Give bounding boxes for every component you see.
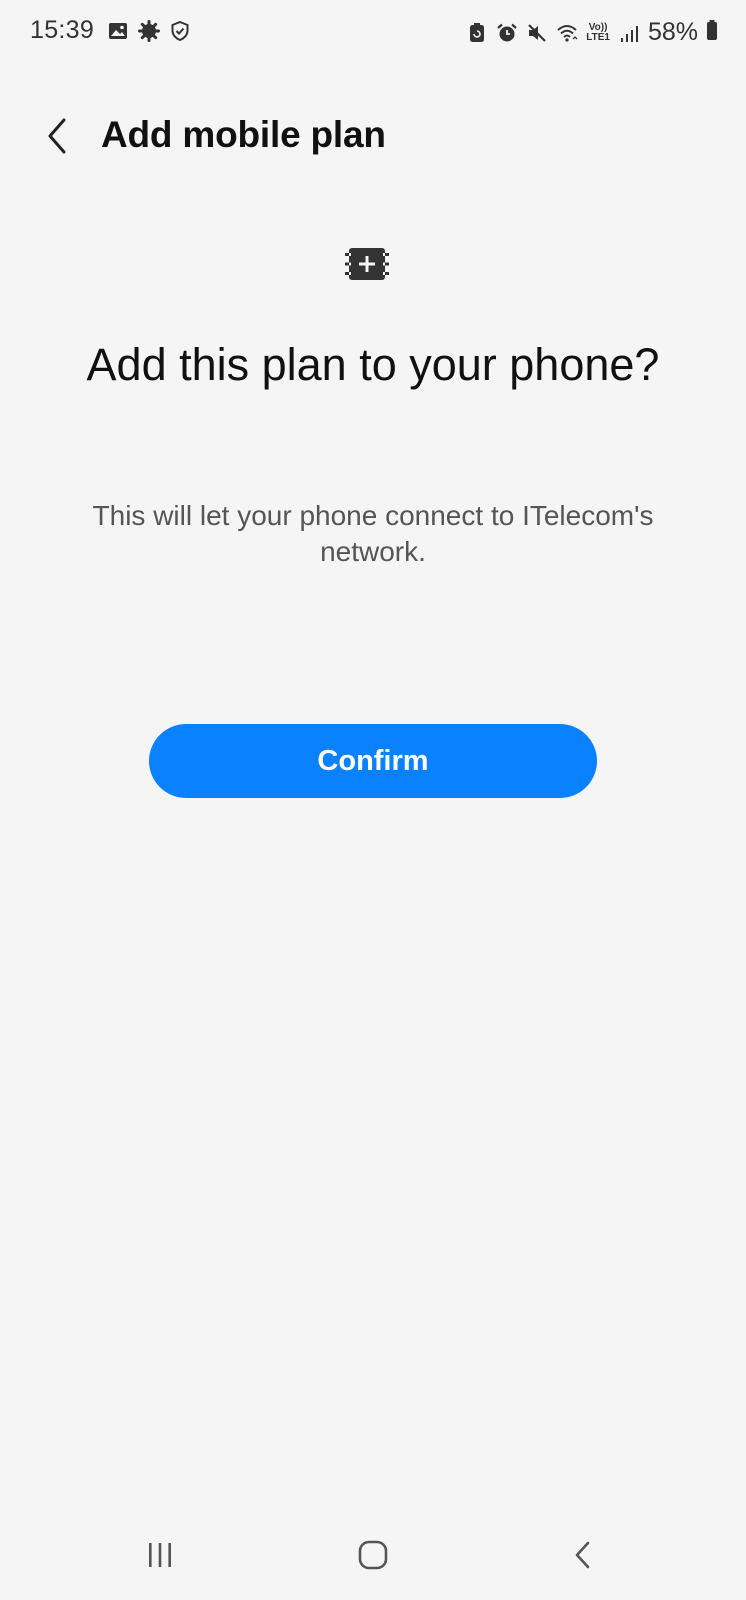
dialog-description: This will let your phone connect to ITel… (92, 500, 654, 567)
back-icon (575, 1541, 590, 1569)
battery-saver-icon (466, 22, 488, 44)
mute-icon (526, 22, 548, 44)
chevron-left-icon (48, 118, 66, 154)
battery-percent: 58% (647, 18, 698, 46)
gallery-icon (107, 20, 129, 42)
settings-gear-icon (138, 20, 160, 42)
status-left-icons (107, 20, 191, 42)
page-title: Add mobile plan (101, 114, 386, 155)
home-icon (358, 1540, 388, 1570)
alarm-icon (496, 22, 518, 44)
wifi-icon (556, 22, 578, 44)
volte-icon: Vo)) LTE1 (586, 22, 610, 43)
recents-icon (149, 1543, 171, 1567)
shield-check-icon (169, 20, 191, 42)
volte-line2: LTE1 (586, 31, 610, 43)
dialog-title: Add this plan to your phone? (86, 339, 660, 390)
battery-icon (706, 19, 718, 46)
esim-add-icon (345, 248, 389, 280)
status-right-icons: Vo)) LTE1 58% (466, 18, 718, 47)
home-button[interactable] (343, 1530, 403, 1580)
back-button[interactable] (34, 110, 80, 162)
nav-back-button[interactable] (553, 1530, 613, 1580)
recents-button[interactable] (130, 1530, 190, 1580)
confirm-button[interactable]: Confirm (149, 724, 597, 798)
status-bar: 15:39 Vo)) LTE1 58% (0, 0, 746, 64)
navigation-bar (0, 1510, 746, 1600)
signal-icon (618, 22, 640, 44)
status-time: 15:39 (30, 16, 95, 44)
